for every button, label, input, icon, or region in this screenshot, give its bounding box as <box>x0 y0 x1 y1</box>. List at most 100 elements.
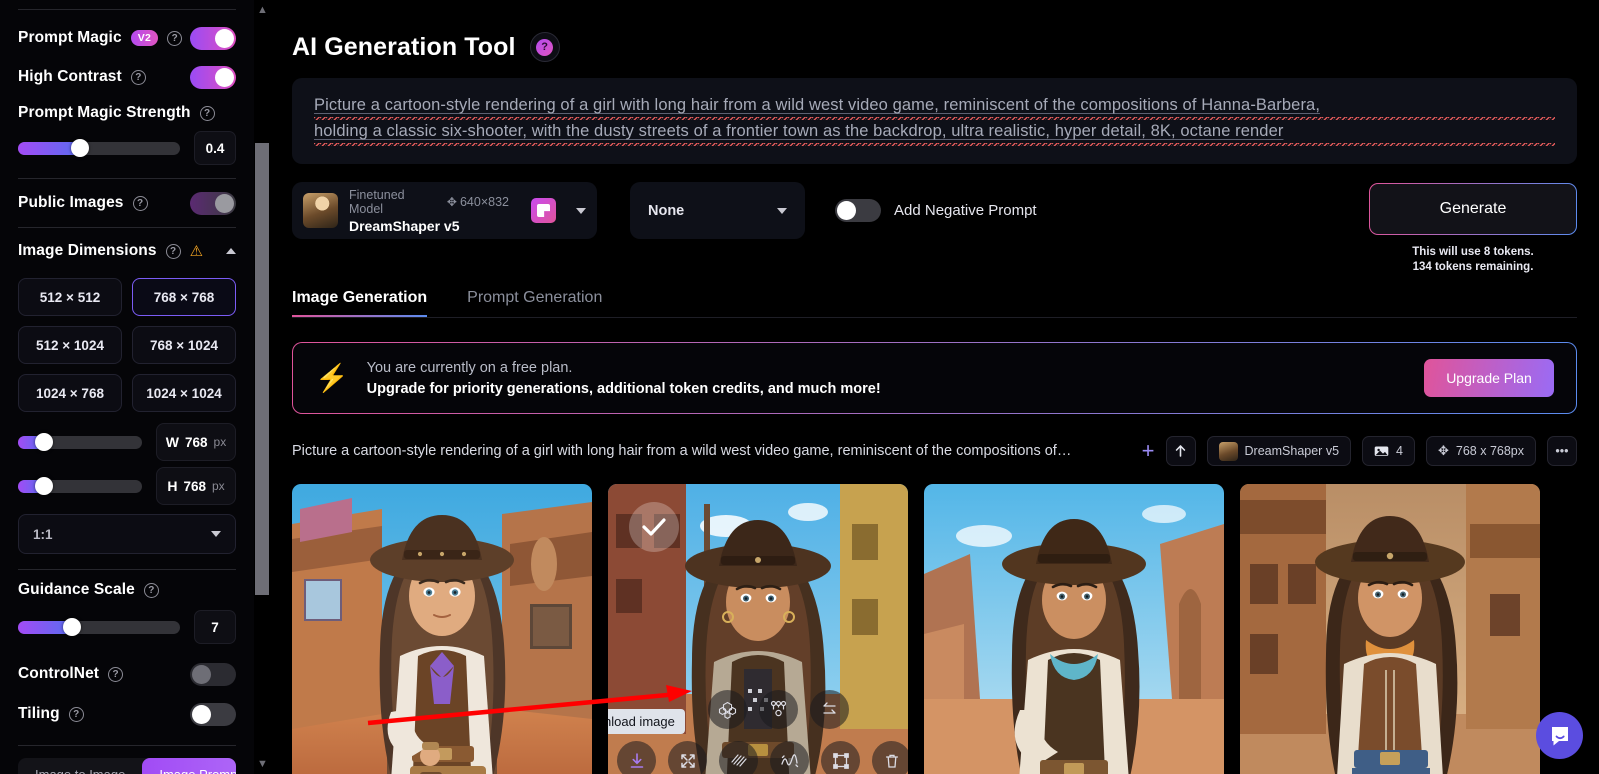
generated-image-grid: Download image <box>292 484 1577 774</box>
tiling-label: Tiling <box>18 705 60 722</box>
sidebar-scrollbar[interactable]: ▲ ▼ <box>254 0 270 774</box>
model-chip[interactable]: DreamShaper v5 <box>1206 436 1352 466</box>
size-chip[interactable]: ✥ 768 x 768px <box>1425 436 1536 466</box>
tab-image-generation[interactable]: Image Generation <box>292 289 428 317</box>
public-images-row[interactable]: Public Images ? <box>18 179 236 227</box>
tiling-toggle[interactable] <box>190 702 236 726</box>
height-value: 768 <box>183 478 206 494</box>
height-field[interactable]: H 768 px <box>156 467 236 505</box>
dimension-preset-512x512[interactable]: 512 × 512 <box>18 278 122 316</box>
style-select[interactable]: None <box>630 182 805 239</box>
variations-icon[interactable] <box>759 690 798 729</box>
guidance-scale-value[interactable]: 7 <box>194 610 236 644</box>
controlnet-toggle[interactable] <box>190 662 236 686</box>
segment-image-prompt[interactable]: Image Prompt <box>142 758 236 774</box>
dimension-preset-768x768[interactable]: 768 × 768 <box>132 278 236 316</box>
prompt-magic-row[interactable]: Prompt Magic V2 ? <box>18 18 236 58</box>
scroll-up-icon[interactable]: ▲ <box>257 4 268 16</box>
generated-image-3[interactable] <box>924 484 1224 774</box>
chat-support-button[interactable] <box>1536 712 1583 759</box>
chevron-up-icon[interactable] <box>226 248 236 254</box>
dimension-preset-1024x1024[interactable]: 1024 × 1024 <box>132 374 236 412</box>
public-images-help-icon[interactable]: ? <box>132 195 148 211</box>
unzoom-lines-icon[interactable] <box>719 741 758 774</box>
dimension-preset-grid: 512 × 512 768 × 768 512 × 1024 768 × 102… <box>18 278 236 412</box>
warning-triangle-icon: ⚠ <box>189 242 204 260</box>
tab-prompt-generation[interactable]: Prompt Generation <box>467 289 602 317</box>
aspect-ratio-select[interactable]: 1:1 <box>18 514 236 554</box>
canvas-icon[interactable] <box>821 741 860 774</box>
model-selector[interactable]: Finetuned Model ✥ 640×832 DreamShaper v5 <box>292 182 597 239</box>
controlnet-label: ControlNet <box>18 665 100 682</box>
upload-button[interactable] <box>1165 436 1196 466</box>
motion-icon[interactable] <box>770 741 809 774</box>
upgrade-plan-button[interactable]: Upgrade Plan <box>1424 359 1554 397</box>
delete-icon[interactable] <box>872 741 908 774</box>
tab-underline <box>292 317 1577 318</box>
width-slider[interactable] <box>18 433 142 451</box>
image-dimensions-help-icon[interactable]: ? <box>165 243 181 259</box>
prompt-magic-strength-control: 0.4 <box>18 130 236 166</box>
download-icon[interactable] <box>617 741 656 774</box>
tiling-help-icon[interactable]: ? <box>68 706 84 722</box>
height-key: H <box>167 478 178 494</box>
prompt-magic-strength-slider[interactable] <box>18 139 180 157</box>
tiling-row[interactable]: Tiling ? <box>18 696 236 732</box>
prompt-magic-strength-value[interactable]: 0.4 <box>194 131 236 165</box>
dimension-preset-1024x768[interactable]: 1024 × 768 <box>18 374 122 412</box>
prompt-magic-strength-help-icon[interactable]: ? <box>199 105 215 121</box>
page-help-button[interactable]: ? <box>529 32 560 62</box>
generated-image-1[interactable] <box>292 484 592 774</box>
guidance-scale-help-icon[interactable]: ? <box>143 582 159 598</box>
chat-bubble-icon <box>1551 726 1568 745</box>
high-contrast-toggle[interactable] <box>190 65 236 89</box>
height-control-row: H 768 px <box>18 464 236 508</box>
dimension-preset-768x1024[interactable]: 768 × 1024 <box>132 326 236 364</box>
aspect-ratio-value: 1:1 <box>33 526 53 542</box>
generate-group: Generate This will use 8 tokens. 134 tok… <box>1369 183 1577 275</box>
width-control-row: W 768 px <box>18 420 236 464</box>
unzoom-icon[interactable] <box>708 690 747 729</box>
dimension-preset-512x1024[interactable]: 512 × 1024 <box>18 326 122 364</box>
sidebar-scrollbar-thumb[interactable] <box>255 143 269 595</box>
token-usage-line: This will use 8 tokens. <box>1412 246 1534 258</box>
model-dropdown-chevron-icon[interactable] <box>576 207 586 214</box>
height-slider[interactable] <box>18 477 142 495</box>
high-contrast-help-icon[interactable]: ? <box>130 69 146 85</box>
scroll-down-icon[interactable]: ▼ <box>257 758 268 770</box>
model-type-label: Finetuned Model <box>349 187 405 216</box>
image-toolbar-top-row <box>708 690 849 729</box>
model-preset-icon[interactable] <box>531 198 556 223</box>
prompt-magic-strength-label: Prompt Magic Strength <box>18 104 191 121</box>
image-count-chip[interactable]: 4 <box>1362 436 1415 466</box>
negative-prompt-row[interactable]: Add Negative Prompt <box>835 199 1037 222</box>
more-options-chip[interactable]: ••• <box>1547 436 1577 466</box>
expand-icon[interactable] <box>668 741 707 774</box>
swap-icon[interactable] <box>810 690 849 729</box>
page-header: AI Generation Tool ? <box>292 32 1599 62</box>
lightning-bolt-icon: ⚡ <box>315 362 349 393</box>
generate-button[interactable]: Generate <box>1369 183 1577 235</box>
negative-prompt-toggle[interactable] <box>835 199 881 222</box>
prompt-input[interactable]: Picture a cartoon-style rendering of a g… <box>292 78 1577 164</box>
height-unit: px <box>211 479 225 493</box>
width-field[interactable]: W 768 px <box>156 423 236 461</box>
controlnet-help-icon[interactable]: ? <box>108 666 124 682</box>
image-toolbar-bottom-row <box>617 741 908 774</box>
chevron-down-icon <box>211 531 221 537</box>
model-resolution: 640×832 <box>459 194 509 209</box>
guidance-scale-slider[interactable] <box>18 618 180 636</box>
public-images-toggle[interactable] <box>190 191 236 215</box>
generated-image-2[interactable]: Download image <box>608 484 908 774</box>
resize-icon: ✥ <box>446 194 457 209</box>
high-contrast-row[interactable]: High Contrast ? <box>18 58 236 96</box>
settings-sidebar: Prompt Magic V2 ? High Contrast ? Prompt… <box>0 0 254 774</box>
generated-image-4[interactable] <box>1240 484 1540 774</box>
controlnet-row[interactable]: ControlNet ? <box>18 652 236 696</box>
image-dimensions-header[interactable]: Image Dimensions ? ⚠ <box>18 228 236 274</box>
image-selected-badge[interactable] <box>629 502 679 552</box>
prompt-magic-toggle[interactable] <box>190 26 236 50</box>
prompt-magic-help-icon[interactable]: ? <box>167 30 183 46</box>
plus-icon[interactable]: + <box>1142 440 1155 462</box>
segment-image-to-image[interactable]: Image to Image <box>18 758 142 774</box>
